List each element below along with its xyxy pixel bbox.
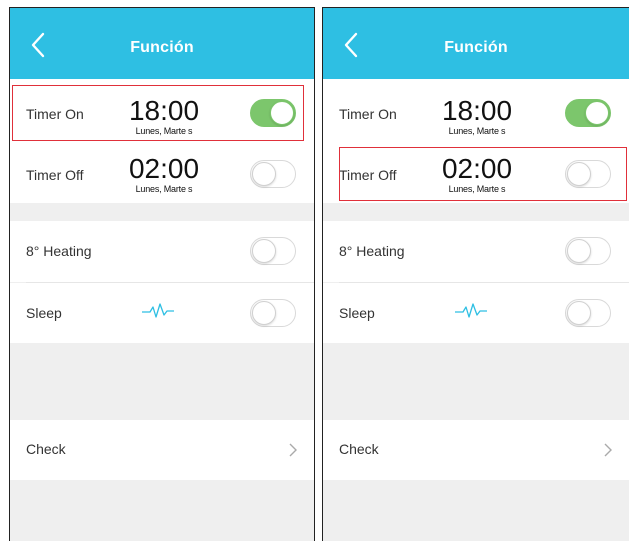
timer-on-time: 18:00 [441,95,513,126]
timer-on-toggle[interactable] [565,99,611,127]
timer-off-label: Timer Off [26,167,84,183]
toggle-knob [252,162,276,186]
heating-toggle[interactable] [565,237,611,265]
toggle-knob [252,301,276,325]
header-bar: Función [10,8,314,79]
heating-label: 8° Heating [26,243,92,259]
check-label: Check [26,441,66,457]
timer-on-label: Timer On [339,106,397,122]
sleep-label: Sleep [339,305,375,321]
highlight-box [339,147,627,201]
timer-on-row[interactable]: Timer On 18:00 Lunes, Marte s [323,79,629,145]
page-title: Función [444,39,508,56]
sleep-row[interactable]: Sleep [10,283,314,343]
timer-off-days: Lunes, Marte s [135,184,193,194]
sleep-label: Sleep [26,305,62,321]
toggle-knob [567,301,591,325]
check-row[interactable]: Check [323,420,629,480]
check-row[interactable]: Check [10,420,314,480]
sleep-toggle[interactable] [250,299,296,327]
timer-off-row[interactable]: Timer Off 02:00 Lunes, Marte s [10,145,314,203]
heating-toggle[interactable] [250,237,296,265]
chevron-right-icon [289,443,297,457]
timer-off-time-block[interactable]: 02:00 Lunes, Marte s [127,153,201,195]
check-label: Check [339,441,379,457]
heating-row[interactable]: 8° Heating [323,221,629,282]
pulse-icon [142,303,174,318]
timer-on-days: Lunes, Marte s [448,126,506,136]
sleep-row[interactable]: Sleep [323,283,629,343]
toggle-knob [252,239,276,263]
pulse-icon [455,303,487,318]
sleep-toggle[interactable] [565,299,611,327]
heating-label: 8° Heating [339,243,405,259]
phone-screen-right: Función Timer On 18:00 Lunes, Marte s Ti… [322,7,629,541]
timer-off-time: 02:00 [128,153,200,184]
phone-screen-left: Función Timer On 18:00 Lunes, Marte s Ti… [9,7,315,541]
page-title: Función [130,39,194,56]
toggle-knob [585,101,609,125]
timer-off-toggle[interactable] [250,160,296,188]
toggle-knob [567,239,591,263]
heating-row[interactable]: 8° Heating [10,221,314,282]
highlight-box [12,85,304,141]
chevron-right-icon [604,443,612,457]
timer-on-time-block[interactable]: 18:00 Lunes, Marte s [440,95,514,137]
header-bar: Función [323,8,629,79]
